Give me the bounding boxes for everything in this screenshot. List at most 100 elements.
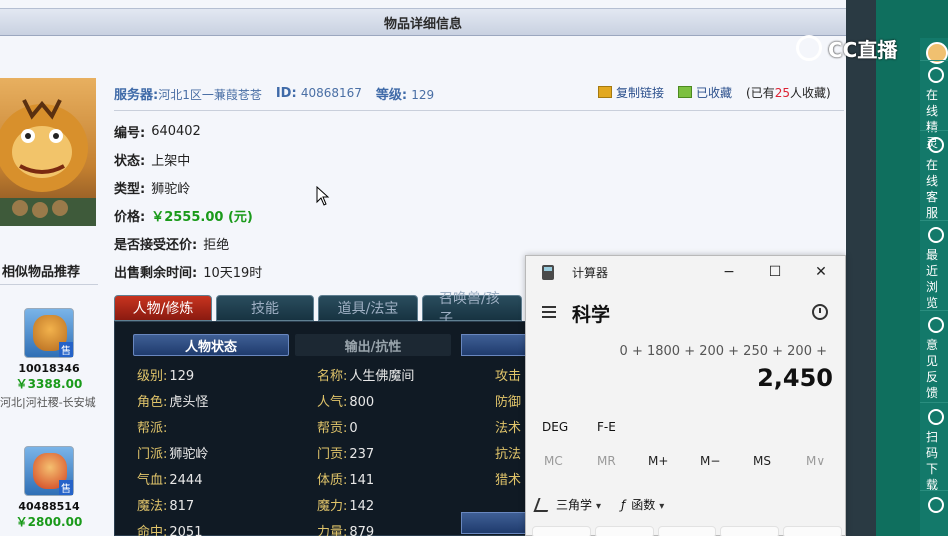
function-dropdown[interactable]: ƒ 函数 ▾ <box>621 496 664 513</box>
subtab-output-resist[interactable]: 输出/抗性 <box>295 334 451 356</box>
scroll-top-button[interactable] <box>920 490 948 536</box>
stat-guild-contribution: 帮贡: 0 <box>317 417 358 436</box>
side-item-recent[interactable]: 最近浏览 <box>920 220 948 310</box>
favorite-button[interactable]: 已收藏 <box>678 84 732 101</box>
status-label: 状态: <box>114 153 146 169</box>
stat-value: 2444 <box>169 473 203 488</box>
calculator-expression: 0 + 1800 + 200 + 250 + 200 + <box>619 344 827 359</box>
stat-guild: 帮派: <box>137 417 169 436</box>
stream-side-strip <box>846 0 876 536</box>
chevron-down-icon: ▾ <box>659 501 665 512</box>
sell-badge: 售 <box>59 480 73 495</box>
stat-key: 力量: <box>317 525 348 536</box>
ms-button[interactable]: MS <box>753 454 771 468</box>
status-row: 状态: 上架中 <box>114 149 190 169</box>
stat-value: 237 <box>349 447 375 462</box>
stat-popularity: 人气: 800 <box>317 391 374 410</box>
keypad-key[interactable] <box>720 526 780 536</box>
stat-value: 狮驼岭 <box>169 447 209 462</box>
page: 物品详细信息 CC直播 在线精灵 在线客服 最近浏览 意见反馈 扫码下载 相似物… <box>0 0 948 536</box>
subtab-extra[interactable] <box>461 334 531 356</box>
stat-value: 800 <box>349 395 375 410</box>
keypad-key[interactable] <box>783 526 842 536</box>
keypad-key[interactable] <box>657 526 717 536</box>
fav-suffix: 人收藏) <box>790 86 831 100</box>
stat-key: 人气: <box>317 395 348 410</box>
m-minus-button[interactable]: M− <box>700 454 720 468</box>
tab-summons[interactable]: 召唤兽/孩子 <box>422 291 522 327</box>
keypad-key[interactable] <box>532 526 591 536</box>
side-item-feedback[interactable]: 意见反馈 <box>920 310 948 400</box>
item-thumbnail[interactable]: 售 <box>24 308 74 358</box>
tab-items[interactable]: 道具/法宝 <box>318 295 418 321</box>
stat-value: 0 <box>349 421 358 436</box>
stat-key: 门贡: <box>317 447 348 462</box>
side-item-label: 在线客服 <box>926 158 939 220</box>
similar-item[interactable]: 售 10018346 ￥3388.00 河北|河社稷-长安城 <box>0 308 98 410</box>
stats-panel: 人物状态 输出/抗性 级别: 129 角色: 虎头怪 帮派: 门派: 狮驼岭 气血: 2… <box>114 321 534 536</box>
calculator-window[interactable]: 计算器 − ☐ ✕ 科学 0 + 1800 + 200 + 250 + 200 … <box>525 255 846 536</box>
similar-item-price: ￥2800.00 <box>15 515 83 529</box>
stat-key: 魔法: <box>137 499 168 514</box>
calculator-title-bar[interactable]: 计算器 − ☐ ✕ <box>526 256 845 288</box>
m-plus-button[interactable]: M+ <box>648 454 668 468</box>
close-button[interactable]: ✕ <box>798 256 844 288</box>
keypad-key[interactable] <box>594 526 654 536</box>
menu-icon[interactable] <box>542 306 556 318</box>
copy-link-label: 复制链接 <box>616 86 665 100</box>
side-item-customer-service[interactable]: 在线客服 <box>920 130 948 220</box>
trig-label: 三角学 <box>556 498 593 512</box>
divider <box>114 110 844 111</box>
trigonometry-dropdown[interactable]: 三角学 ▾ <box>533 496 602 513</box>
similar-item[interactable]: 售 40488514 ￥2800.00 <box>0 446 98 530</box>
triangle-icon <box>533 498 553 512</box>
price-value: ￥2555.00 (元) <box>151 209 253 225</box>
side-item-label: 意见反馈 <box>926 338 939 400</box>
maximize-button[interactable]: ☐ <box>752 256 798 288</box>
mr-button[interactable]: MR <box>597 454 616 468</box>
tab-skills[interactable]: 技能 <box>216 295 314 321</box>
stat-key: 命中: <box>137 525 168 536</box>
headset-icon <box>928 137 944 153</box>
calculator-title: 计算器 <box>572 266 609 280</box>
stat-value: 虎头怪 <box>169 395 209 410</box>
clock-icon <box>928 227 944 243</box>
side-item-online-sprite[interactable]: 在线精灵 <box>920 60 948 150</box>
stat-value: 141 <box>349 473 375 488</box>
subtab-extra-bottom[interactable] <box>461 512 531 534</box>
remaining-time-row: 出售剩余时间: 10天19时 <box>114 261 262 281</box>
subtab-character-status[interactable]: 人物状态 <box>133 334 289 356</box>
detail-tabs: 人物/修炼 技能 道具/法宝 召唤兽/孩子 <box>114 291 544 327</box>
chevron-down-icon: ▾ <box>596 501 602 512</box>
stat-school: 门派: 狮驼岭 <box>137 443 208 462</box>
item-thumbnail[interactable]: 售 <box>24 446 74 496</box>
number-value: 640402 <box>151 123 201 139</box>
type-value: 狮驼岭 <box>151 181 191 197</box>
scan-icon <box>928 409 944 425</box>
similar-item-id: 10018346 <box>18 362 80 375</box>
bargain-label: 是否接受还价: <box>114 237 198 253</box>
type-row: 类型: 狮驼岭 <box>114 177 190 197</box>
history-icon[interactable] <box>812 304 828 320</box>
bargain-row: 是否接受还价: 拒绝 <box>114 233 229 253</box>
mouse-cursor-icon <box>316 186 330 206</box>
type-label: 类型: <box>114 181 146 197</box>
level-value: 129 <box>411 87 435 102</box>
copy-link-button[interactable]: 复制链接 <box>598 84 664 101</box>
chat-bubble-icon <box>928 67 944 83</box>
sell-badge: 售 <box>59 342 73 357</box>
calculator-app-icon <box>542 265 554 280</box>
side-item-label: 扫码下载 <box>926 430 939 492</box>
price-row: 价格: ￥2555.00 (元) <box>114 205 253 225</box>
side-item-scan-download[interactable]: 扫码下载 <box>920 402 948 492</box>
fav-prefix: (已有 <box>746 86 775 100</box>
memory-list-button[interactable]: M∨ <box>806 454 825 468</box>
stat-key: 魔力: <box>317 499 348 514</box>
deg-button[interactable]: DEG <box>542 420 568 434</box>
fe-button[interactable]: F-E <box>597 420 616 434</box>
tab-character[interactable]: 人物/修炼 <box>114 295 212 321</box>
minimize-button[interactable]: − <box>706 256 752 288</box>
mc-button[interactable]: MC <box>544 454 563 468</box>
keypad-row <box>532 526 842 536</box>
fav-count-number: 25 <box>774 86 790 100</box>
